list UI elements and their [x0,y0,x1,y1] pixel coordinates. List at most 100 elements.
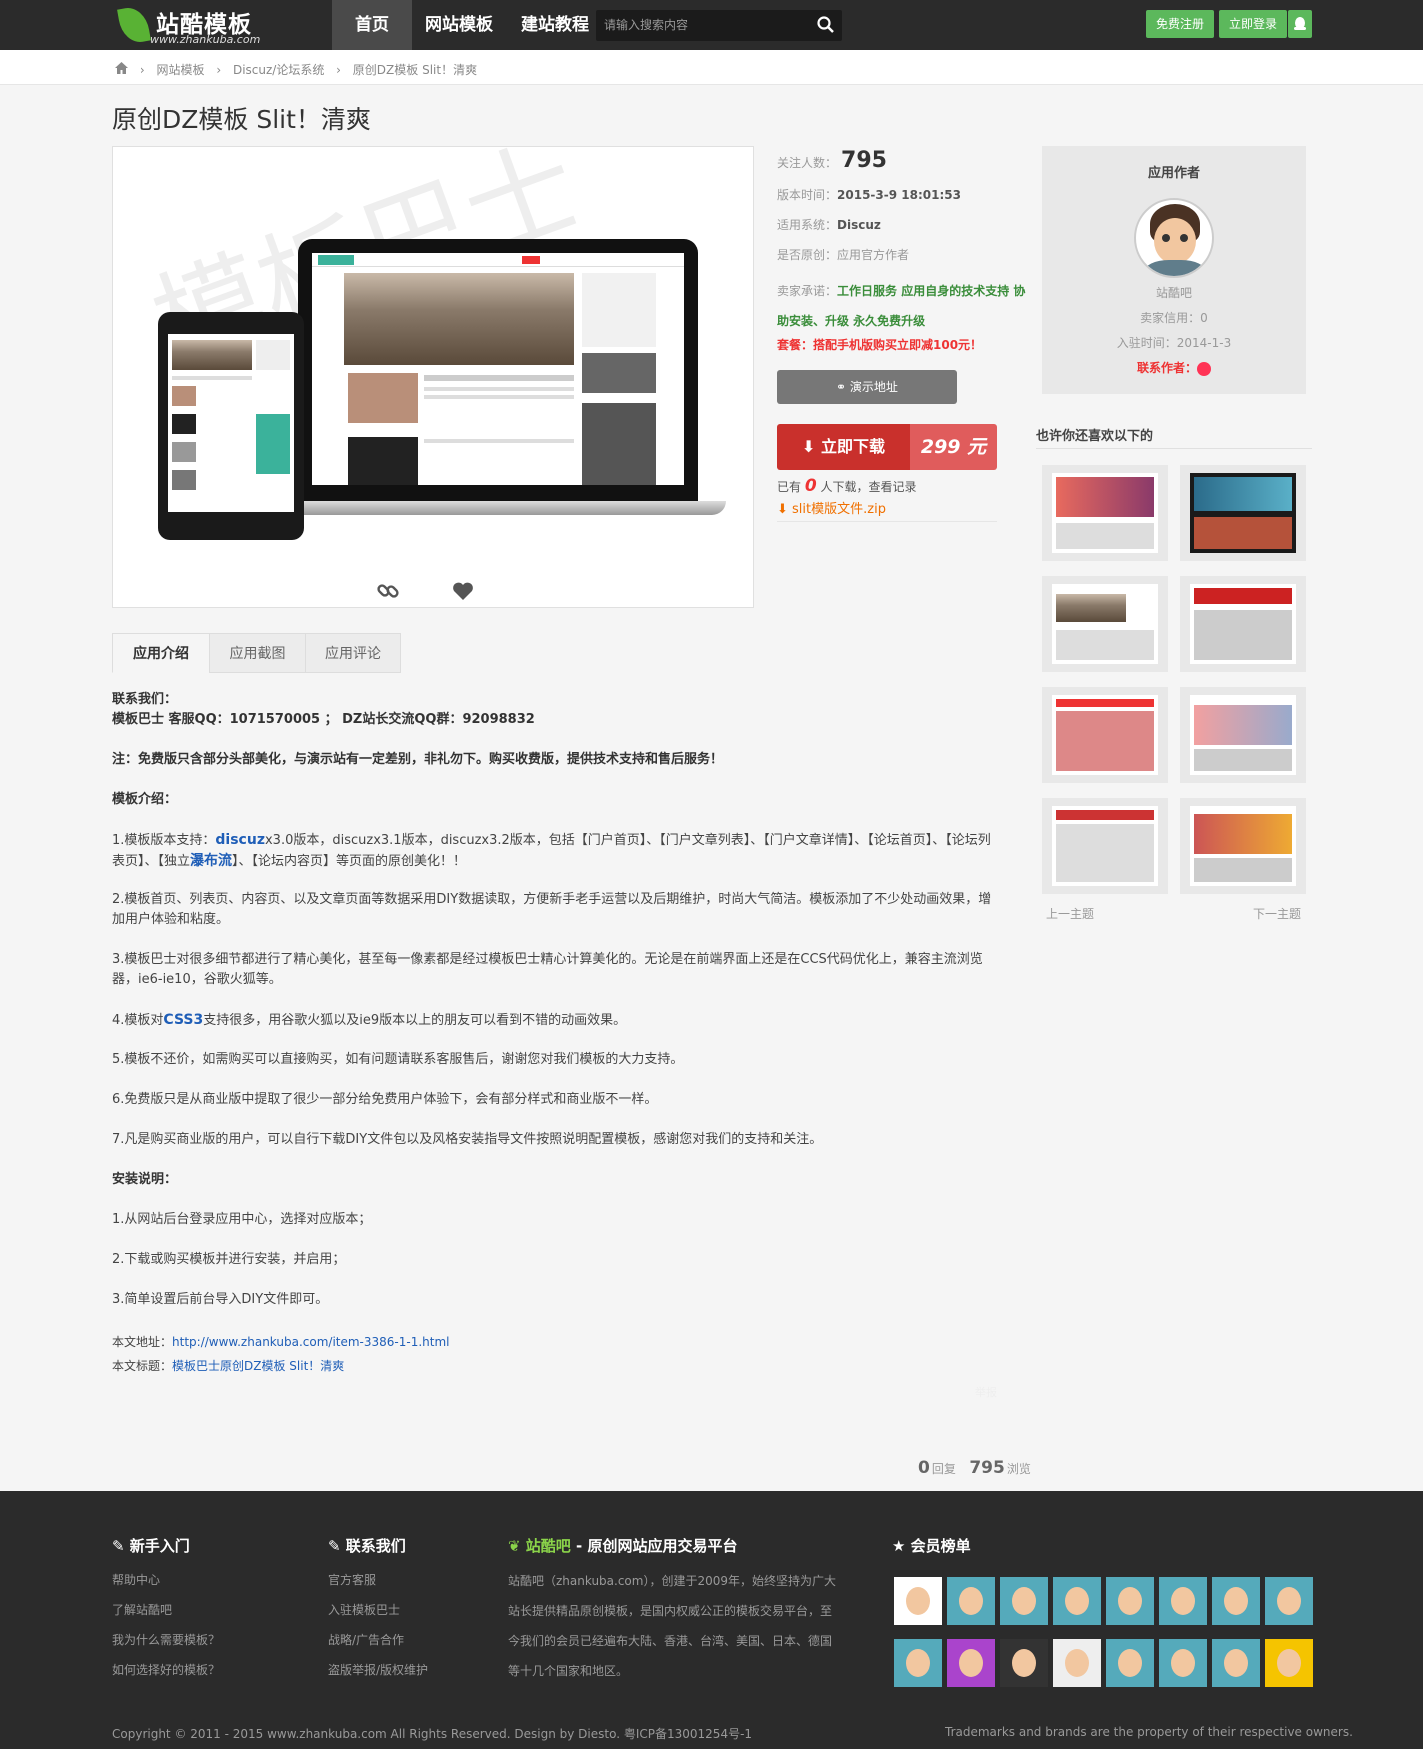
original-row: 是否原创：应用官方作者 [777,248,910,262]
member-avatar[interactable] [1159,1577,1207,1625]
waterfall-link[interactable]: 瀑布流 [190,853,232,869]
page-title: 原创DZ模板 Slit！清爽 [112,105,371,134]
weibo-icon[interactable] [1197,361,1211,376]
member-avatar[interactable] [1053,1577,1101,1625]
paragraph: 4.模板对CSS3支持很多，用谷歌火狐以及ie9版本以上的朋友可以看到不错的动画… [112,1012,627,1028]
download-button[interactable]: ⬇ 立即下载 299 元 [777,424,997,470]
member-avatar[interactable] [1000,1577,1048,1625]
footer-link[interactable]: 如何选择好的模板？ [112,1661,220,1678]
member-avatar[interactable] [1106,1639,1154,1687]
article-address: 本文地址：http://www.zhankuba.com/item-3386-1… [112,1335,450,1349]
search-input[interactable] [604,15,804,35]
member-avatar[interactable] [1212,1639,1260,1687]
footer-link[interactable]: 入驻模板巴士 [328,1601,400,1618]
member-avatar[interactable] [1265,1639,1313,1687]
member-avatar[interactable] [894,1639,942,1687]
breadcrumb-separator: › [216,63,222,77]
register-button[interactable]: 免费注册 [1146,10,1214,38]
nav-home[interactable]: 首页 [332,0,412,50]
breadcrumb-separator: › [336,63,341,77]
link-icon[interactable] [376,579,400,603]
author-credit: 卖家信用：0 [1140,311,1208,325]
tab-comments[interactable]: 应用评论 [305,633,401,673]
footer-link[interactable]: 我为什么需要模板？ [112,1631,220,1648]
link-icon: ⚭ [836,380,850,394]
follow-count-row: 关注人数： 795 [777,148,887,173]
article-url-link[interactable]: http://www.zhankuba.com/item-3386-1-1.ht… [172,1335,449,1349]
css3-link[interactable]: CSS3 [163,1012,203,1028]
related-thumbnail[interactable] [1180,576,1306,672]
avatar[interactable] [1134,198,1214,278]
paragraph: 1.模板版本支持：discuzx3.0版本，discuzx3.1版本，discu… [112,832,991,869]
tab-screenshots[interactable]: 应用截图 [209,633,306,673]
prev-topic-link[interactable]: 上一主题 [1046,905,1094,922]
star-icon: ★ [892,1537,911,1555]
breadcrumb-item[interactable]: 网站模板 [156,63,204,77]
tab-intro[interactable]: 应用介绍 [112,633,210,673]
wrench-icon: ✎ [328,1537,346,1555]
login-button[interactable]: 立即登录 [1219,10,1287,38]
member-avatar[interactable] [1212,1577,1260,1625]
heart-icon[interactable] [451,579,475,603]
contact-author[interactable]: 联系作者： [1042,359,1306,376]
breadcrumb: › 网站模板 › Discuz/论坛系统 › 原创DZ模板 Slit！清爽 [0,50,1423,85]
related-thumbnail[interactable] [1042,576,1168,672]
demo-link-button[interactable]: ⚭ 演示地址 [777,370,957,404]
footer-link[interactable]: 盗版举报/版权维护 [328,1661,428,1678]
footer-heading-contact: ✎ 联系我们 [328,1537,406,1555]
footer-link[interactable]: 了解站酷吧 [112,1601,172,1618]
paragraph: 1.从网站后台登录应用中心，选择对应版本； [112,1212,372,1227]
member-avatar[interactable] [947,1639,995,1687]
package-offer[interactable]: 套餐：搭配手机版购买立即减100元！ [777,336,982,353]
site-logo[interactable]: 站酷模板 www.zhankuba.com [117,3,270,47]
related-thumbnail[interactable] [1180,465,1306,561]
related-heading: 也许你还喜欢以下的 [1036,429,1154,444]
member-avatar[interactable] [1000,1639,1048,1687]
member-avatar[interactable] [1265,1577,1313,1625]
article-title-link[interactable]: 模板巴士原创DZ模板 Slit！清爽 [172,1359,344,1373]
author-name[interactable]: 站酷吧 [1042,284,1306,301]
laptop-mockup-image [270,239,726,515]
file-download-link[interactable]: ⬇ slit模版文件.zip [777,498,886,517]
nav-templates[interactable]: 网站模板 [412,0,506,50]
member-avatar[interactable] [947,1577,995,1625]
related-thumbnail[interactable] [1042,798,1168,894]
trademark-notice: Trademarks and brands are the property o… [945,1725,1353,1739]
contact-heading: 联系我们： [112,692,178,707]
footer-heading-members: ★ 会员榜单 [892,1537,971,1555]
author-join-date: 入驻时间：2014-1-3 [1116,336,1232,350]
related-thumbnail[interactable] [1180,687,1306,783]
qq-icon[interactable] [1288,10,1312,38]
price-label: 299 元 [910,424,997,470]
member-avatar[interactable] [1053,1639,1101,1687]
member-avatar[interactable] [1159,1639,1207,1687]
preview-panel: 模板巴士 [112,121,754,608]
footer-link[interactable]: 帮助中心 [112,1571,160,1588]
tablet-mockup-image [158,312,304,540]
system-row: 适用系统：Discuz [777,218,881,232]
breadcrumb-item[interactable]: Discuz/论坛系统 [233,63,324,77]
home-icon[interactable] [115,62,128,77]
breadcrumb-item[interactable]: 原创DZ模板 Slit！清爽 [353,63,477,77]
footer-link[interactable]: 官方客服 [328,1571,376,1588]
top-navbar: 站酷模板 www.zhankuba.com 首页 网站模板 建站教程 免费注册 … [0,0,1423,50]
related-thumbnail[interactable] [1180,798,1306,894]
logo-url: www.zhankuba.com [150,33,261,46]
search-icon[interactable] [816,15,836,35]
install-heading: 安装说明： [112,1172,178,1187]
divider [1036,448,1312,449]
paragraph: 6.免费版只是从商业版中提取了很少一部分给免费用户体验下，会有部分样式和商业版不… [112,1092,658,1107]
report-link[interactable]: 举报 [975,1384,997,1400]
nav-tutorials[interactable]: 建站教程 [506,0,604,50]
related-thumbnail[interactable] [1042,465,1168,561]
member-avatar[interactable] [894,1577,942,1625]
breadcrumb-separator: › [139,63,145,77]
next-topic-link[interactable]: 下一主题 [1253,905,1301,922]
author-heading: 应用作者 [1147,166,1200,181]
footer-about-text: 站酷吧（zhankuba.com），创建于2009年，始终坚持为广大站长提供精品… [508,1574,837,1678]
footer-link[interactable]: 战略/广告合作 [328,1631,404,1648]
member-avatar[interactable] [1106,1577,1154,1625]
discuz-link[interactable]: discuz [215,832,265,848]
copyright: Copyright © 2011 - 2015 www.zhankuba.com… [112,1727,753,1741]
related-thumbnail[interactable] [1042,687,1168,783]
